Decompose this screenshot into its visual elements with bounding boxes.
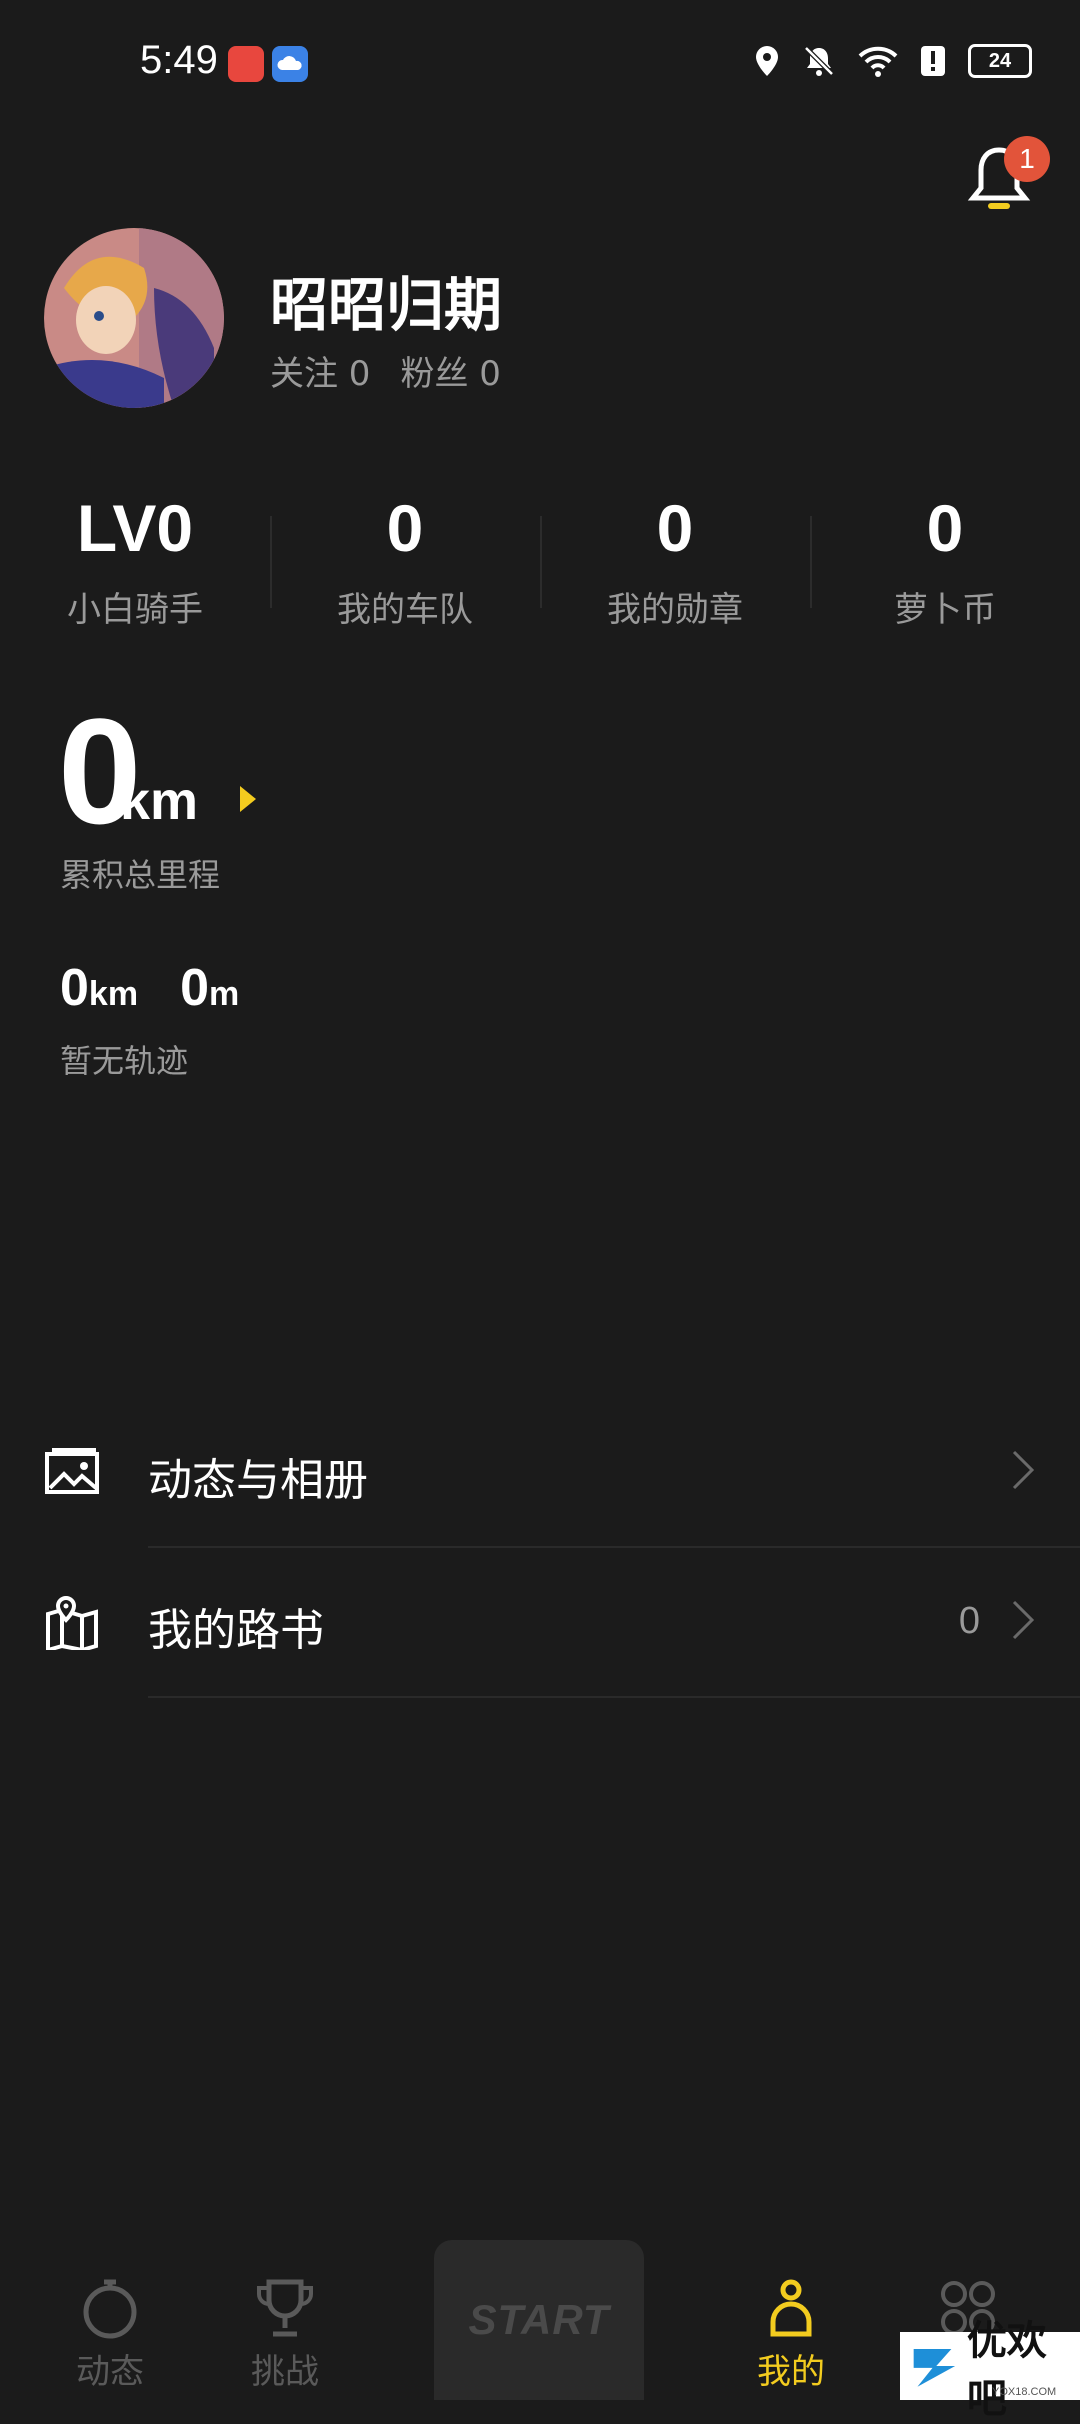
wifi-icon: [858, 46, 898, 77]
stopwatch-icon: [83, 2279, 137, 2339]
distance-value: 0: [60, 959, 89, 1017]
nav-mine[interactable]: 我的: [716, 2276, 866, 2393]
user-icon: [770, 2279, 812, 2337]
distance-unit: km: [88, 975, 139, 1013]
notification-badge: 1: [1004, 136, 1050, 182]
nav-dynamic[interactable]: 动态: [35, 2276, 185, 2393]
stats-row: LV0 小白骑手 0 我的车队 0 我的勋章 0 萝卜币: [0, 488, 1080, 631]
mute-bell-icon: [804, 46, 834, 76]
cloud-icon: [272, 46, 308, 82]
sub-stats: 0km 0m: [60, 958, 239, 1018]
start-label: START: [468, 2296, 610, 2343]
chevron-right-icon: [1012, 1450, 1035, 1490]
nav-label: 挑战: [251, 2352, 319, 2392]
stat-team[interactable]: 0 我的车队: [270, 488, 540, 631]
huawei-store-icon: [228, 46, 264, 82]
start-button[interactable]: START: [434, 2240, 644, 2400]
avatar[interactable]: [44, 228, 224, 408]
location-icon: [756, 46, 778, 76]
menu-routes-label: 我的路书: [148, 1605, 324, 1656]
distance-stat: 0km: [60, 958, 138, 1018]
chevron-right-icon: [1012, 1600, 1035, 1640]
battery-indicator: 24: [968, 44, 1032, 78]
total-distance-label: 累积总里程: [60, 856, 221, 894]
total-distance-unit: km: [120, 771, 199, 831]
no-track-label: 暂无轨迹: [60, 1042, 189, 1080]
stat-value: 0: [926, 491, 964, 565]
status-icons: 24: [754, 44, 1032, 78]
menu-album-label: 动态与相册: [148, 1455, 368, 1506]
trophy-icon: [257, 2279, 313, 2337]
stat-label: 萝卜币: [894, 590, 996, 630]
watermark-text: 优欢吧: [966, 2318, 1047, 2422]
divider: [148, 1696, 1080, 1698]
status-time: 5:49: [140, 38, 218, 82]
stat-coins[interactable]: 0 萝卜币: [810, 488, 1080, 631]
elevation-stat: 0m: [180, 958, 239, 1018]
stat-label: 我的车队: [337, 590, 473, 630]
stat-value: 0: [386, 491, 424, 565]
watermark-url: YOX18.COM: [992, 2386, 1057, 2398]
watermark: 优欢吧 YOX18.COM: [900, 2318, 1080, 2422]
elevation-unit: m: [208, 975, 240, 1013]
menu-routes-count: 0: [958, 1600, 980, 1642]
follow-row: 关注 0 粉丝 0: [270, 346, 501, 395]
stat-medals[interactable]: 0 我的勋章: [540, 488, 810, 631]
stat-label: 我的勋章: [607, 590, 743, 630]
alert-icon: [921, 46, 945, 76]
menu-routes[interactable]: 我的路书 0: [0, 1548, 1080, 1698]
fans-count[interactable]: 粉丝 0: [400, 346, 500, 395]
following-count[interactable]: 关注 0: [270, 346, 370, 395]
stat-value: LV0: [76, 491, 194, 565]
username: 昭昭归期: [270, 271, 503, 339]
stat-label: 小白骑手: [67, 590, 203, 630]
stat-value: 0: [656, 491, 694, 565]
stat-level[interactable]: LV0 小白骑手: [0, 488, 270, 631]
nav-label: 动态: [76, 2352, 144, 2392]
picture-icon: [45, 1448, 99, 1494]
menu-album[interactable]: 动态与相册: [0, 1398, 1080, 1548]
watermark-logo-icon: [913, 2349, 956, 2387]
nav-label: 我的: [757, 2352, 825, 2392]
triangle-right-icon[interactable]: [238, 784, 258, 814]
nav-challenge[interactable]: 挑战: [210, 2276, 360, 2393]
map-pin-icon: [46, 1595, 98, 1650]
elevation-value: 0: [180, 959, 209, 1017]
